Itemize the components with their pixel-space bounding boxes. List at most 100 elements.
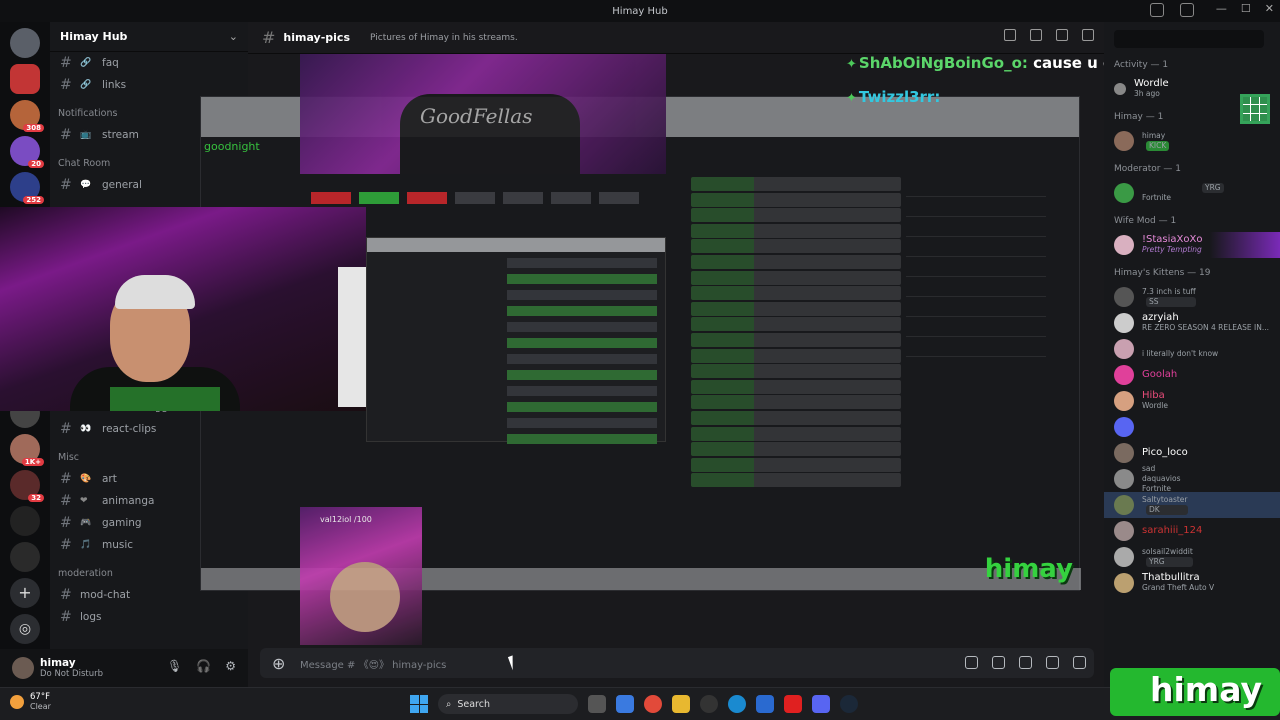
title-bar: Himay Hub — ☐ ✕ — [0, 0, 1280, 22]
member-row[interactable]: sarahiii_124 — [1104, 518, 1280, 544]
server-badge: 20 — [28, 160, 44, 168]
server-icon[interactable]: 1K+ — [10, 434, 44, 466]
server-icon[interactable]: 252 — [10, 172, 44, 204]
wordle-icon[interactable] — [1240, 94, 1270, 124]
member-row[interactable]: sad daquavios Fortnite — [1104, 464, 1280, 493]
member-row[interactable]: solsail2widdit YRG — [1104, 544, 1280, 570]
youtube-icon[interactable] — [784, 695, 802, 713]
member-row[interactable]: !StasiaXoXo Pretty Tempting — [1104, 232, 1280, 258]
channel-logs[interactable]: # logs — [50, 606, 248, 628]
members-icon[interactable] — [1082, 29, 1094, 41]
server-badge: 32 — [28, 494, 44, 502]
category-label: Notifications — [58, 107, 118, 119]
task-view-icon[interactable] — [588, 695, 606, 713]
discover-icon[interactable]: ◎ — [10, 614, 40, 644]
window-controls: — ☐ ✕ — [1216, 2, 1274, 15]
microphone-icon[interactable]: 🎙 — [167, 659, 182, 673]
help-icon[interactable] — [1180, 3, 1194, 17]
member-row[interactable]: YRG Fortnite — [1104, 180, 1280, 206]
server-icon[interactable] — [10, 542, 40, 572]
file-explorer-icon[interactable] — [672, 695, 690, 713]
message-composer[interactable]: ⊕ Message # 《😍》 himay-pics — [260, 648, 1094, 678]
notification-icon[interactable] — [1030, 29, 1042, 41]
avatar — [1114, 547, 1134, 567]
obs-icon[interactable] — [700, 695, 718, 713]
minimize-button[interactable]: — — [1216, 2, 1227, 15]
server-icon[interactable] — [10, 64, 40, 94]
taskbar-search[interactable]: ⌕ Search — [438, 694, 578, 714]
chrome-icon[interactable] — [644, 695, 662, 713]
headphones-icon[interactable]: 🎧 — [196, 659, 211, 673]
hash-icon: # — [60, 177, 72, 193]
channel-title: himay-pics — [283, 31, 351, 44]
pin-icon[interactable] — [1056, 29, 1068, 41]
server-icon[interactable]: 32 — [10, 470, 44, 502]
avatar — [1114, 313, 1134, 333]
himay-brand-logo: himay — [1110, 668, 1280, 716]
member-status: Grand Theft Auto V — [1142, 583, 1215, 592]
channel-label: art — [102, 473, 117, 485]
gear-icon[interactable]: ⚙ — [225, 659, 236, 673]
channel-label: faq — [102, 57, 119, 69]
member-row[interactable] — [1104, 414, 1280, 440]
steam-icon[interactable] — [840, 695, 858, 713]
emoji-icon[interactable] — [1046, 656, 1059, 669]
inbox-icon[interactable] — [1150, 3, 1164, 17]
avatar[interactable] — [12, 657, 34, 679]
windows-start-icon[interactable] — [410, 695, 428, 713]
avatar — [1114, 365, 1134, 385]
maximize-button[interactable]: ☐ — [1241, 2, 1251, 15]
channel-faq[interactable]: # 🔗 faq — [50, 52, 248, 74]
member-row[interactable]: 7.3 inch is tuff SS — [1104, 284, 1280, 310]
member-name: !StasiaXoXo — [1142, 234, 1203, 245]
user-info[interactable]: himay Do Not Disturb — [40, 657, 103, 679]
server-icon[interactable] — [10, 28, 40, 58]
avatar — [1114, 391, 1134, 411]
server-icon[interactable]: 308 — [10, 100, 44, 132]
member-name: Saltytoaster — [1142, 495, 1188, 504]
webcam-shirt-print — [110, 387, 220, 411]
server-badge: 252 — [23, 196, 44, 204]
guild-header[interactable]: Himay Hub ⌄ — [50, 22, 248, 52]
member-row[interactable]: Hiba Wordle — [1104, 388, 1280, 414]
sticker-icon[interactable] — [1019, 656, 1032, 669]
store-icon[interactable] — [756, 695, 774, 713]
member-tag: SS — [1146, 297, 1196, 307]
gift-icon[interactable] — [965, 656, 978, 669]
member-row[interactable]: Thatbullitra Grand Theft Auto V — [1104, 570, 1280, 596]
member-row[interactable]: azryiah RE ZERO SEASON 4 RELEASE IN... — [1104, 310, 1280, 336]
server-icon[interactable]: 20 — [10, 136, 44, 168]
chat-username: Twizzl3rr: — [858, 88, 941, 106]
close-button[interactable]: ✕ — [1265, 2, 1274, 15]
avatar — [1114, 573, 1134, 593]
app-window: Himay Hub — ☐ ✕ 308 20 252 1K+ 32 + ◎ Hi… — [0, 0, 1280, 720]
gif-icon[interactable] — [992, 656, 1005, 669]
server-icon[interactable] — [10, 506, 40, 536]
add-server-icon[interactable]: + — [10, 578, 40, 608]
stream-logo: himay — [984, 554, 1073, 584]
windows-taskbar: 67°F Clear ⌕ Search — [0, 687, 1280, 720]
member-row[interactable]: Saltytoaster DK — [1104, 492, 1280, 518]
member-name: Pico_loco — [1142, 447, 1188, 458]
hash-icon: # — [60, 587, 72, 603]
copilot-icon[interactable] — [616, 695, 634, 713]
member-row[interactable]: Pico_loco — [1104, 440, 1280, 466]
channel-links[interactable]: # 🔗 links — [50, 74, 248, 96]
member-row[interactable]: himay KICK — [1104, 128, 1280, 154]
threads-icon[interactable] — [1004, 29, 1016, 41]
apps-icon[interactable] — [1073, 656, 1086, 669]
add-attachment-button[interactable]: ⊕ — [272, 654, 300, 673]
message-input[interactable]: Message # 《😍》 himay-pics — [300, 656, 446, 671]
discord-icon[interactable] — [812, 695, 830, 713]
edge-icon[interactable] — [728, 695, 746, 713]
member-row[interactable]: Goolah — [1104, 362, 1280, 388]
server-badge: 1K+ — [21, 458, 44, 466]
user-controls: 🎙 🎧 ⚙ — [167, 659, 236, 673]
weather-widget[interactable]: 67°F Clear — [10, 692, 51, 711]
member-name: 7.3 inch is tuff — [1142, 287, 1196, 296]
channel-emoji: 🔗 — [80, 58, 92, 68]
search-input[interactable] — [1114, 30, 1264, 48]
category-label: Misc — [58, 451, 80, 463]
clip-text: val12iol /100 — [320, 515, 372, 524]
member-row[interactable]: i literally don't know — [1104, 336, 1280, 362]
